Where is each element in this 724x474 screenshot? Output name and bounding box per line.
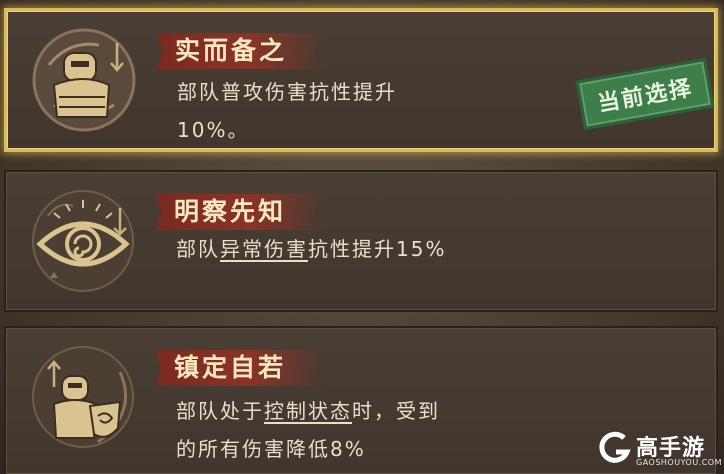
- skill-card-1[interactable]: 实而备之 部队普攻伤害抗性提升 10%。 当前选择: [4, 8, 718, 152]
- watermark: 高手游 GAOSHOUYOU.COM: [596, 428, 723, 474]
- skill-title: 明察先知: [174, 197, 287, 226]
- desc-text: 的所有伤害降低8%: [176, 437, 366, 461]
- keyword-link[interactable]: 异常伤害: [220, 237, 308, 261]
- skill-description: 部队处于控制状态时，受到 的所有伤害降低8%: [176, 392, 576, 468]
- skill-title-ribbon: 明察先知: [156, 194, 326, 230]
- skill-description: 部队异常伤害抗性提升15%: [176, 230, 576, 268]
- skill-title-ribbon: 镇定自若: [156, 350, 326, 386]
- eye-icon: [28, 186, 138, 296]
- keyword-link[interactable]: 控制状态: [264, 399, 352, 423]
- skill-title: 镇定自若: [174, 353, 287, 382]
- badge-label: 当前选择: [595, 74, 695, 118]
- shield-soldier-icon: [28, 342, 138, 452]
- skill-description: 部队普攻伤害抗性提升 10%。: [177, 73, 577, 149]
- desc-text: 部队处于: [176, 399, 264, 423]
- skill-card-2[interactable]: 明察先知 部队异常伤害抗性提升15%: [4, 170, 718, 312]
- desc-text: 抗性提升15%: [308, 237, 447, 261]
- armored-soldier-icon: [29, 25, 139, 135]
- desc-text: 时，受到: [352, 399, 440, 423]
- desc-text: 10%。: [177, 118, 250, 142]
- watermark-url: GAOSHOUYOU.COM: [636, 458, 723, 467]
- desc-text: 部队普攻伤害抗性提升: [177, 80, 397, 104]
- skill-title: 实而备之: [175, 36, 288, 65]
- skill-title-ribbon: 实而备之: [157, 33, 327, 69]
- desc-text: 部队: [176, 237, 220, 261]
- g-logo-icon: [599, 431, 631, 463]
- current-selection-badge: 当前选择: [575, 57, 715, 131]
